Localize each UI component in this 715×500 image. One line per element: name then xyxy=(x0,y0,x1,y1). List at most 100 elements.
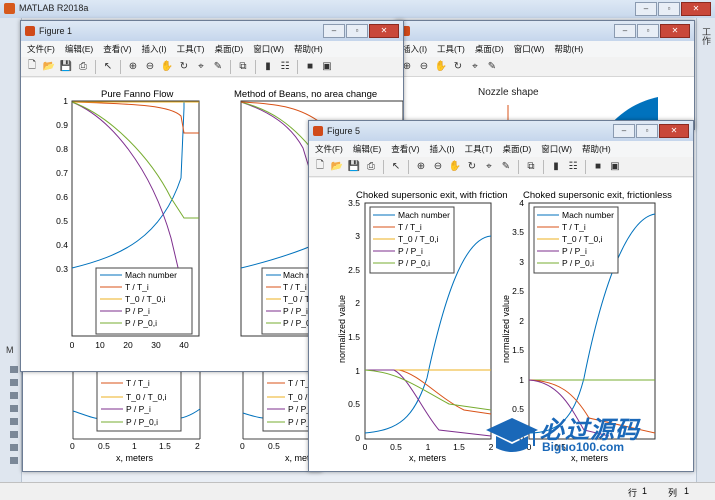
rotate-icon[interactable]: ↻ xyxy=(465,160,479,174)
menu-view[interactable]: 查看(V) xyxy=(103,43,131,55)
menu-edit[interactable]: 编辑(E) xyxy=(65,43,93,55)
legend-icon[interactable]: ☷ xyxy=(278,60,292,74)
figure1-titlebar[interactable]: Figure 1 – ▫ ✕ xyxy=(21,21,403,41)
open-icon[interactable]: 📂 xyxy=(42,60,56,74)
open-icon[interactable]: 📂 xyxy=(330,160,344,174)
brush-icon[interactable]: ✎ xyxy=(499,160,513,174)
lower-x-axis-label: x, meters xyxy=(116,453,154,463)
legend-icon[interactable]: ☷ xyxy=(566,160,580,174)
data-cursor-icon[interactable]: ⌖ xyxy=(468,60,482,74)
save-icon[interactable]: 💾 xyxy=(59,60,73,74)
menu-help[interactable]: 帮助(H) xyxy=(582,143,611,155)
figure5-titlebar[interactable]: Figure 5 – ▫ ✕ xyxy=(309,121,693,141)
menu-insert[interactable]: 插入(I) xyxy=(142,43,167,55)
menu-tools[interactable]: 工具(T) xyxy=(177,43,205,55)
toolbar-separator xyxy=(230,59,231,74)
colorbar-icon[interactable]: ▮ xyxy=(549,160,563,174)
menu-desktop[interactable]: 桌面(D) xyxy=(502,143,531,155)
menu-help[interactable]: 帮助(H) xyxy=(554,43,583,55)
zoom-in-icon[interactable]: ⊕ xyxy=(414,160,428,174)
print-icon[interactable]: ⎙ xyxy=(76,60,90,74)
left-panel-label: M xyxy=(6,345,14,355)
edit-plot-icon[interactable]: ↖ xyxy=(389,160,403,174)
minimize-button[interactable]: – xyxy=(323,24,345,38)
colorbar-icon[interactable]: ▮ xyxy=(261,60,275,74)
legend-label: T / T_i xyxy=(283,282,307,292)
x-tick-label: 10 xyxy=(95,340,105,350)
menu-insert[interactable]: 插入(I) xyxy=(402,43,427,55)
menu-insert[interactable]: 插入(I) xyxy=(430,143,455,155)
menu-desktop[interactable]: 桌面(D) xyxy=(214,43,243,55)
plot-title: Pure Fanno Flow xyxy=(101,89,173,100)
zoom-out-icon[interactable]: ⊖ xyxy=(431,160,445,174)
nozzle-titlebar[interactable]: – ▫ ✕ xyxy=(396,21,694,41)
menu-window[interactable]: 窗口(W) xyxy=(514,43,545,55)
minimize-button[interactable]: – xyxy=(614,24,636,38)
figure-lower-window[interactable]: 0 0.5 1 1.5 2 0 0.5 x, meters x, meters … xyxy=(22,368,322,472)
pan-icon[interactable]: ✋ xyxy=(160,60,174,74)
status-col-label: 列 xyxy=(668,488,678,498)
menu-file[interactable]: 文件(F) xyxy=(27,43,55,55)
plot-title: Choked supersonic exit, with friction xyxy=(356,190,508,201)
maximize-button[interactable]: ▫ xyxy=(346,24,368,38)
show-plot-tools-icon[interactable]: ▣ xyxy=(608,160,622,174)
close-button[interactable]: ✕ xyxy=(369,24,399,38)
menu-window[interactable]: 窗口(W) xyxy=(541,143,572,155)
rotate-icon[interactable]: ↻ xyxy=(177,60,191,74)
y-tick-label: 2.5 xyxy=(348,265,360,275)
toolbar-separator xyxy=(543,159,544,174)
y-tick-label: 0.9 xyxy=(56,120,68,130)
menu-tools[interactable]: 工具(T) xyxy=(465,143,493,155)
menu-view[interactable]: 查看(V) xyxy=(391,143,419,155)
x-tick-label: 1.5 xyxy=(159,441,171,451)
status-row-value: 1 xyxy=(642,486,648,496)
legend-label: P / P_i xyxy=(283,306,308,316)
link-plot-icon[interactable]: ⧉ xyxy=(524,160,538,174)
new-figure-icon[interactable]: 🗋 xyxy=(25,60,39,74)
close-button[interactable]: ✕ xyxy=(660,24,690,38)
maximize-button[interactable]: ▫ xyxy=(658,2,680,16)
save-icon[interactable]: 💾 xyxy=(347,160,361,174)
hide-plot-tools-icon[interactable]: ■ xyxy=(591,160,605,174)
menu-help[interactable]: 帮助(H) xyxy=(294,43,323,55)
y-tick-label: 0.7 xyxy=(56,168,68,178)
rotate-icon[interactable]: ↻ xyxy=(451,60,465,74)
y-tick-label: 0 xyxy=(355,433,360,443)
y-tick-label: 2 xyxy=(355,298,360,308)
y-tick-label: 2.5 xyxy=(512,286,524,296)
data-cursor-icon[interactable]: ⌖ xyxy=(482,160,496,174)
edit-plot-icon[interactable]: ↖ xyxy=(101,60,115,74)
pan-icon[interactable]: ✋ xyxy=(448,160,462,174)
right-panel xyxy=(696,18,715,482)
hide-plot-tools-icon[interactable]: ■ xyxy=(303,60,317,74)
brush-icon[interactable]: ✎ xyxy=(211,60,225,74)
zoom-out-icon[interactable]: ⊖ xyxy=(417,60,431,74)
minimize-button[interactable]: – xyxy=(613,124,635,138)
zoom-in-icon[interactable]: ⊕ xyxy=(126,60,140,74)
pan-icon[interactable]: ✋ xyxy=(434,60,448,74)
show-plot-tools-icon[interactable]: ▣ xyxy=(320,60,334,74)
maximize-button[interactable]: ▫ xyxy=(636,124,658,138)
maximize-button[interactable]: ▫ xyxy=(637,24,659,38)
print-icon[interactable]: ⎙ xyxy=(364,160,378,174)
watermark: 必过源码 Biguo100.com xyxy=(482,408,682,468)
toolbar-separator xyxy=(297,59,298,74)
main-window-title: MATLAB R2018a xyxy=(19,3,89,13)
new-figure-icon[interactable]: 🗋 xyxy=(313,160,327,174)
zoom-out-icon[interactable]: ⊖ xyxy=(143,60,157,74)
close-button[interactable]: ✕ xyxy=(681,2,711,16)
menu-edit[interactable]: 编辑(E) xyxy=(353,143,381,155)
status-col-value: 1 xyxy=(684,486,690,496)
data-cursor-icon[interactable]: ⌖ xyxy=(194,60,208,74)
brush-icon[interactable]: ✎ xyxy=(485,60,499,74)
close-button[interactable]: ✕ xyxy=(659,124,689,138)
legend-left: Mach number T / T_i T_0 / T_0,i P / P_i … xyxy=(369,206,455,274)
menu-tools[interactable]: 工具(T) xyxy=(437,43,465,55)
figure-nozzle-window[interactable]: – ▫ ✕ 插入(I) 工具(T) 桌面(D) 窗口(W) 帮助(H) ⊕ ⊖ ✋ … xyxy=(395,20,695,130)
link-plot-icon[interactable]: ⧉ xyxy=(236,60,250,74)
lower-figure-area: 0 0.5 1 1.5 2 0 0.5 x, meters x, meters … xyxy=(23,369,321,471)
menu-desktop[interactable]: 桌面(D) xyxy=(475,43,504,55)
menu-window[interactable]: 窗口(W) xyxy=(253,43,284,55)
menu-file[interactable]: 文件(F) xyxy=(315,143,343,155)
minimize-button[interactable]: – xyxy=(635,2,657,16)
